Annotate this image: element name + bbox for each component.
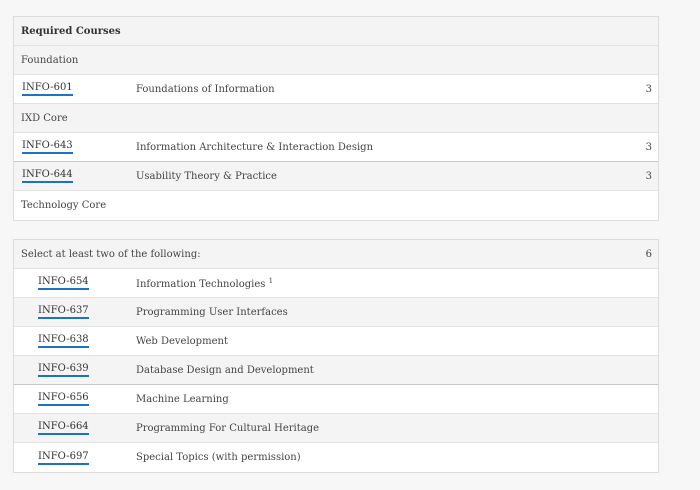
- course-title: Usability Theory & Practice: [136, 170, 277, 182]
- electives-table: Select at least two of the following: 6 …: [13, 239, 659, 473]
- elective-row: INFO-697 Special Topics (with permission…: [14, 443, 658, 472]
- course-row: INFO-601 Foundations of Information 3: [14, 75, 658, 104]
- elective-row: INFO-654 Information Technologies 1: [14, 269, 658, 298]
- section-row-technology-core: Technology Core: [14, 191, 658, 220]
- course-title: Web Development: [136, 335, 228, 347]
- course-code-link[interactable]: INFO-638: [38, 334, 89, 348]
- electives-label: Select at least two of the following:: [21, 248, 201, 260]
- course-code-link[interactable]: INFO-664: [38, 421, 89, 435]
- course-code-link[interactable]: INFO-639: [38, 363, 89, 377]
- required-courses-table: Required Courses Foundation INFO-601 Fou…: [13, 16, 659, 221]
- course-title: Foundations of Information: [136, 83, 275, 95]
- course-title: Database Design and Development: [136, 364, 314, 376]
- electives-credits: 6: [645, 248, 652, 260]
- required-courses-header: Required Courses: [21, 25, 121, 37]
- required-courses-header-row: Required Courses: [14, 17, 658, 46]
- course-credits: 3: [645, 83, 652, 95]
- elective-row: INFO-638 Web Development: [14, 327, 658, 356]
- electives-header-row: Select at least two of the following: 6: [14, 240, 658, 269]
- elective-row: INFO-639 Database Design and Development: [14, 356, 658, 385]
- section-label-ixd-core: IXD Core: [21, 112, 68, 124]
- course-title: Programming For Cultural Heritage: [136, 422, 320, 434]
- course-credits: 3: [645, 141, 652, 153]
- course-row: INFO-643 Information Architecture & Inte…: [14, 133, 658, 162]
- course-code-link[interactable]: INFO-654: [38, 276, 89, 290]
- course-code-link[interactable]: INFO-601: [22, 82, 73, 96]
- course-title: Information Architecture & Interaction D…: [136, 141, 374, 153]
- course-code-link[interactable]: INFO-644: [22, 169, 73, 183]
- footnote-marker[interactable]: 1: [269, 277, 273, 285]
- section-row-ixd-core: IXD Core: [14, 104, 658, 133]
- elective-row: INFO-664 Programming For Cultural Herita…: [14, 414, 658, 443]
- course-title: Programming User Interfaces: [136, 306, 288, 318]
- section-label-foundation: Foundation: [21, 54, 79, 66]
- course-credits: 3: [645, 170, 652, 182]
- course-title-text: Information Technologies: [136, 278, 266, 290]
- course-title: Machine Learning: [136, 393, 229, 405]
- course-code-link[interactable]: INFO-656: [38, 392, 89, 406]
- course-code-link[interactable]: INFO-697: [38, 451, 89, 465]
- section-row-foundation: Foundation: [14, 46, 658, 75]
- course-row: INFO-644 Usability Theory & Practice 3: [14, 162, 658, 191]
- course-title: Special Topics (with permission): [136, 452, 301, 463]
- elective-row: INFO-656 Machine Learning: [14, 385, 658, 414]
- course-title: Information Technologies 1: [136, 277, 273, 290]
- course-code-link[interactable]: INFO-643: [22, 140, 73, 154]
- section-label-technology-core: Technology Core: [21, 200, 107, 211]
- elective-row: INFO-637 Programming User Interfaces: [14, 298, 658, 327]
- course-code-link[interactable]: INFO-637: [38, 305, 89, 319]
